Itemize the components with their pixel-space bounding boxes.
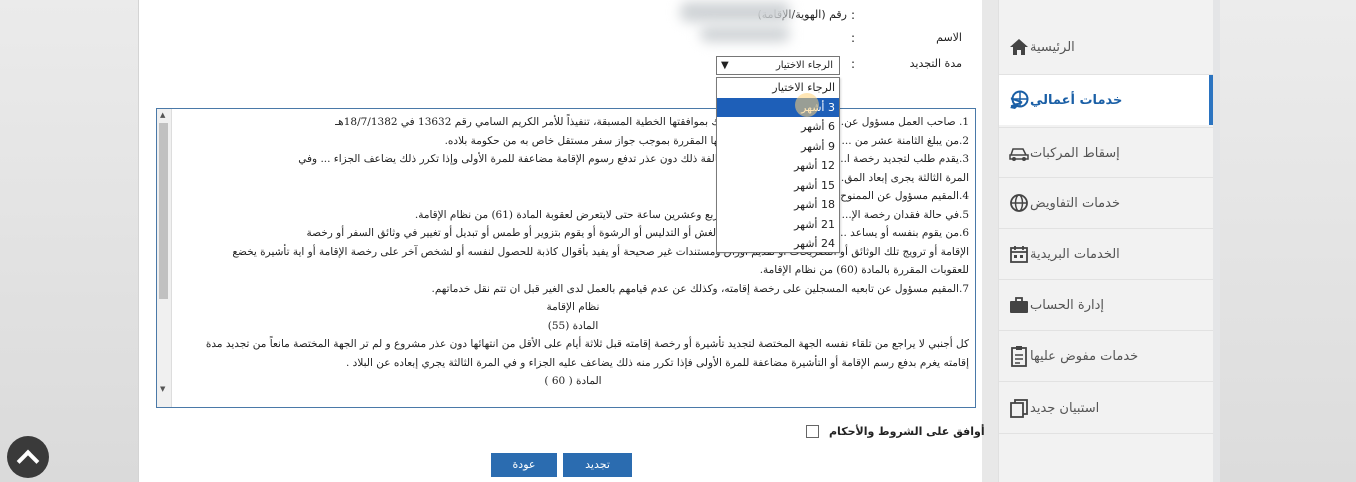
terms-heading: المادة (55) — [547, 319, 599, 332]
sidebar-item-postal[interactable]: الخدمات البريدية — [999, 229, 1213, 279]
briefcase-icon — [1008, 294, 1030, 316]
id-colon: : — [851, 8, 856, 22]
terms-line: 6.من يقوم بنفسه أو يساعد ... الإقامة أو … — [306, 227, 969, 239]
name-colon: : — [851, 31, 856, 45]
terms-textarea[interactable]: ▲ ▼ 1. صاحب العمل مسؤول عن... المقيم لدي… — [156, 108, 976, 408]
dropdown-option[interactable]: 12 أشهر — [717, 156, 839, 176]
sidebar-item-label: إدارة الحساب — [1030, 297, 1104, 313]
scrollbar-thumb[interactable] — [159, 123, 168, 299]
scroll-to-top-button[interactable] — [7, 436, 49, 478]
sidebar-item-vehicles[interactable]: إسقاط المركبات — [999, 128, 1213, 178]
sidebar-item-label: الخدمات البريدية — [1030, 246, 1120, 262]
renewal-period-select[interactable]: الرجاء الاختيار ▼ — [716, 56, 840, 75]
scroll-down-arrow-icon[interactable]: ▼ — [160, 385, 165, 393]
select-value: الرجاء الاختيار — [775, 60, 833, 71]
sidebar: الرئيسية < خدمات أعمالي إسقاط المركبات خ… — [998, 0, 1213, 482]
renewal-colon: : — [851, 57, 856, 71]
terms-line: 4.المقيم مسؤول عن الممنوح... — [830, 190, 969, 202]
sidebar-item-label: الرئيسية — [1030, 39, 1075, 55]
dropdown-option[interactable]: 21 أشهر — [717, 215, 839, 235]
dropdown-option[interactable]: 24 أشهر — [717, 234, 839, 254]
renew-button[interactable]: تجديد — [563, 453, 632, 477]
globe-icon — [1008, 192, 1030, 214]
terms-line: كل أجنبي لا يراجع من تلقاء نفسه الجهة ال… — [205, 338, 969, 350]
terms-line: 2.من يبلغ الثامنة عشر من ... ل على رخصة … — [444, 134, 969, 147]
chevron-down-icon: ▼ — [721, 60, 729, 71]
agree-row[interactable]: أوافق على الشروط والأحكام — [800, 425, 985, 438]
terms-line: الإقامة أو ترويج تلك الوثائق أو التصريحا… — [232, 245, 969, 258]
renewal-period-dropdown[interactable]: الرجاء الاختيار 3 أشهر 6 أشهر 9 أشهر 12 … — [716, 77, 840, 253]
terms-heading: نظام الإقامة — [546, 301, 600, 313]
name-label: الاسم — [936, 31, 962, 44]
chevron-left-icon[interactable]: < — [1009, 92, 1024, 113]
terms-line: المرة الثالثة يجرى إبعاد المق... (55) من… — [733, 171, 969, 184]
renewal-label: مدة التجديد — [909, 57, 962, 70]
sidebar-item-my-business[interactable]: < خدمات أعمالي — [999, 75, 1213, 125]
sidebar-item-label: خدمات أعمالي — [1030, 92, 1123, 108]
sidebar-item-home[interactable]: الرئيسية — [999, 22, 1213, 72]
chevron-up-icon — [16, 449, 40, 473]
sidebar-item-label: إسقاط المركبات — [1030, 145, 1120, 161]
terms-heading: المادة ( 60 ) — [544, 375, 602, 387]
dropdown-option[interactable]: 15 أشهر — [717, 176, 839, 196]
terms-scrollbar[interactable]: ▲ ▼ — [157, 109, 172, 407]
sidebar-item-delegations[interactable]: خدمات التفاويض — [999, 178, 1213, 228]
terms-line: 5.في حالة فقدان رخصة الإ... وازات خلال م… — [414, 208, 969, 221]
sidebar-item-account[interactable]: إدارة الحساب — [999, 280, 1213, 330]
scroll-up-arrow-icon[interactable]: ▲ — [160, 111, 165, 119]
page-left-background — [0, 0, 138, 482]
dropdown-option[interactable]: الرجاء الاختيار — [717, 78, 839, 98]
redacted-name-value — [700, 26, 790, 42]
clipboard-icon — [1008, 345, 1030, 367]
sidebar-item-label: استبيان جديد — [1030, 400, 1100, 416]
dropdown-option[interactable]: 9 أشهر — [717, 137, 839, 157]
terms-line: 1. صاحب العمل مسؤول عن... المقيم لديه لل… — [335, 116, 969, 128]
panel-gap — [982, 0, 998, 482]
back-button[interactable]: عودة — [491, 453, 557, 477]
agree-checkbox[interactable] — [806, 425, 819, 438]
home-icon — [1008, 36, 1030, 58]
terms-line: إقامته يغرم بدفع رسم الإقامة أو التأشيرة… — [346, 356, 969, 369]
sidebar-divider — [999, 433, 1213, 434]
sidebar-item-authorized-services[interactable]: خدمات مفوض عليها — [999, 331, 1213, 381]
terms-line: 7.المقيم مسؤول عن تابعيه المسجلين على رخ… — [431, 282, 969, 295]
dropdown-option[interactable]: 6 أشهر — [717, 117, 839, 137]
sidebar-item-new-survey[interactable]: استبيان جديد — [999, 383, 1213, 433]
agree-label: أوافق على الشروط والأحكام — [829, 425, 985, 438]
sidebar-divider — [999, 381, 1213, 382]
copy-icon — [1008, 397, 1030, 419]
mouse-cursor-highlight — [795, 93, 819, 117]
dropdown-option-highlighted[interactable]: 3 أشهر — [717, 97, 839, 117]
dropdown-option[interactable]: 18 أشهر — [717, 195, 839, 215]
redacted-id-value — [680, 2, 790, 22]
calendar-icon — [1008, 243, 1030, 265]
car-icon — [1008, 142, 1030, 164]
terms-line: للعقوبات المقررة بالمادة (60) من نظام ال… — [759, 264, 969, 276]
terms-line: 3.يقدم طلب لتجديد رخصة ا... ها على الأقل… — [298, 153, 969, 165]
page-right-background — [1220, 0, 1356, 482]
sidebar-item-label: خدمات مفوض عليها — [1030, 348, 1139, 364]
terms-text: 1. صاحب العمل مسؤول عن... المقيم لديه لل… — [177, 113, 969, 391]
sidebar-item-label: خدمات التفاويض — [1030, 195, 1121, 211]
